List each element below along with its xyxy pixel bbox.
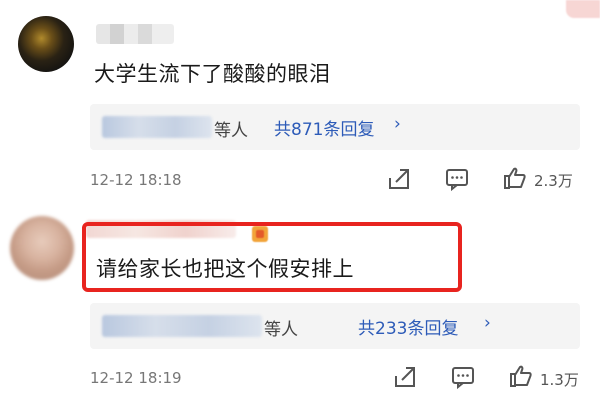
chevron-right-icon[interactable]: › bbox=[484, 313, 491, 333]
comment-date: 12-12 18:18 bbox=[90, 171, 182, 189]
reply-count-link[interactable]: 共233条回复 bbox=[358, 314, 458, 339]
avatar[interactable] bbox=[10, 216, 74, 280]
reply-count-link[interactable]: 共871条回复 bbox=[274, 115, 374, 140]
reply-prefix: 等人 bbox=[264, 320, 298, 340]
comment-date: 12-12 18:19 bbox=[90, 369, 182, 387]
reply-preview[interactable]: 等人 共233条回复 › bbox=[90, 303, 580, 349]
username-blurred[interactable] bbox=[96, 24, 174, 44]
like-icon[interactable] bbox=[508, 363, 534, 389]
like-icon[interactable] bbox=[502, 165, 528, 191]
reply-users-blurred bbox=[102, 116, 212, 138]
comment-text: 请给家长也把这个假安排上 bbox=[96, 257, 354, 281]
comment-text: 大学生流下了酸酸的眼泪 bbox=[94, 62, 331, 86]
comment-icon[interactable] bbox=[444, 166, 470, 192]
reply-users-blurred bbox=[102, 315, 262, 337]
avatar[interactable] bbox=[18, 16, 74, 72]
like-count: 1.3万 bbox=[540, 371, 579, 389]
reply-preview[interactable]: 等人 共871条回复 › bbox=[90, 104, 580, 150]
share-icon[interactable] bbox=[392, 364, 418, 390]
like-count: 2.3万 bbox=[534, 172, 573, 190]
share-icon[interactable] bbox=[386, 166, 412, 192]
comment-icon[interactable] bbox=[450, 364, 476, 390]
reply-prefix: 等人 bbox=[214, 121, 248, 141]
comment-item: 大学生流下了酸酸的眼泪 等人 共871条回复 › 12-12 18:18 2.3… bbox=[0, 0, 600, 200]
chevron-right-icon[interactable]: › bbox=[394, 114, 401, 134]
